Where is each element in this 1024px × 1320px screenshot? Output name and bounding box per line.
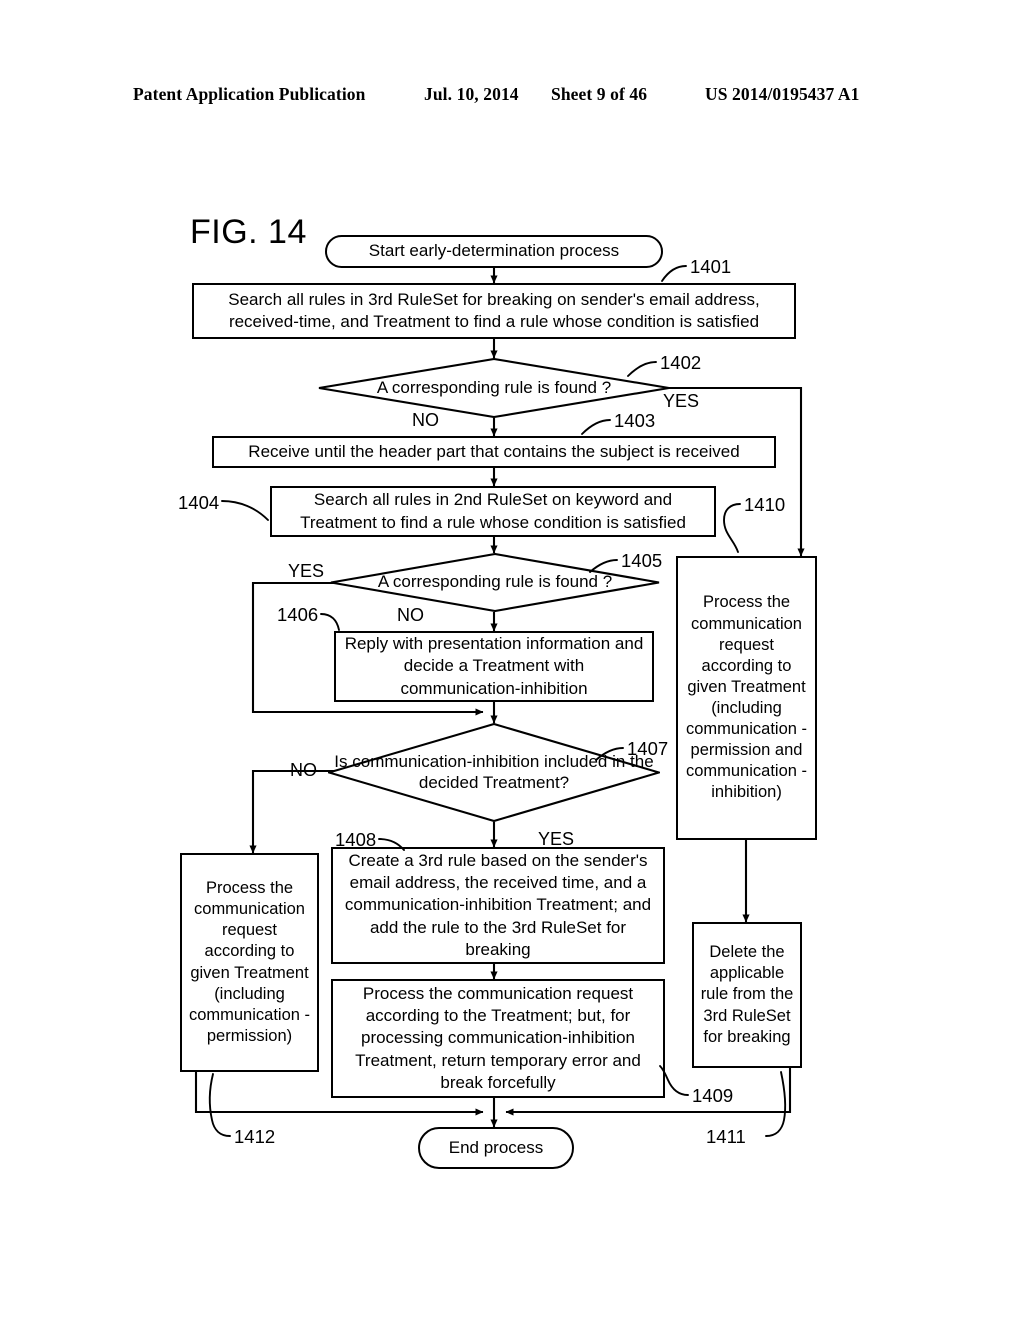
node-decision-1402: A corresponding rule is found ?: [318, 357, 670, 419]
node-start: Start early-determination process: [325, 235, 663, 268]
ref-1410: 1410: [744, 494, 786, 515]
ref-1401: 1401: [690, 256, 732, 277]
node-step-1411-label: Delete the applicable rule from the 3rd …: [700, 943, 794, 1046]
node-step-1408: Create a 3rd rule based on the sender's …: [331, 847, 665, 964]
node-decision-1405-label: A corresponding rule is found ?: [377, 572, 613, 592]
ref-1404: 1404: [178, 492, 220, 513]
node-step-1406: Reply with presentation information and …: [334, 631, 654, 702]
node-step-1411: Delete the applicable rule from the 3rd …: [692, 922, 802, 1068]
node-step-1409: Process the communication request accord…: [331, 979, 665, 1098]
ref-1409: 1409: [692, 1085, 734, 1106]
node-step-1401-label: Search all rules in 3rd RuleSet for brea…: [228, 289, 760, 331]
node-step-1406-label: Reply with presentation information and …: [344, 634, 644, 698]
branch-1407-no: NO: [290, 760, 317, 780]
branch-1405-yes: YES: [288, 561, 325, 581]
ref-1407: 1407: [627, 738, 669, 759]
patent-figure-page: Patent Application Publication Jul. 10, …: [0, 0, 1024, 1320]
node-step-1412-label: Process the communication request accord…: [188, 879, 311, 1045]
node-decision-1402-label: A corresponding rule is found ?: [376, 377, 612, 397]
node-step-1403-label: Receive until the header part that conta…: [248, 441, 740, 461]
node-step-1404-label: Search all rules in 2nd RuleSet on keywo…: [300, 490, 686, 532]
node-decision-1405: A corresponding rule is found ?: [330, 552, 660, 613]
ref-1402: 1402: [660, 352, 702, 373]
branch-1405-no: NO: [397, 605, 424, 625]
node-step-1408-label: Create a 3rd rule based on the sender's …: [344, 851, 652, 959]
node-start-label: Start early-determination process: [368, 241, 620, 261]
publication-date: Jul. 10, 2014: [424, 84, 519, 104]
ref-1406: 1406: [277, 604, 319, 625]
ref-1411: 1411: [706, 1126, 746, 1147]
ref-1412: 1412: [234, 1126, 276, 1147]
ref-1405: 1405: [621, 550, 663, 571]
sheet-number: Sheet 9 of 46: [551, 84, 648, 104]
ref-1408: 1408: [335, 829, 377, 850]
node-decision-1407-label: Is communication-inhibition included in …: [334, 752, 654, 792]
node-step-1404: Search all rules in 2nd RuleSet on keywo…: [270, 486, 716, 537]
branch-1402-no: NO: [412, 410, 439, 430]
branch-1402-yes: YES: [663, 391, 700, 411]
node-step-1409-label: Process the communication request accord…: [355, 984, 641, 1092]
publication-title: Patent Application Publication: [133, 84, 366, 104]
node-end-label: End process: [448, 1137, 544, 1157]
patent-number: US 2014/0195437 A1: [705, 84, 860, 104]
node-step-1401: Search all rules in 3rd RuleSet for brea…: [192, 283, 796, 339]
node-step-1410: Process the communication request accord…: [676, 556, 817, 840]
node-step-1403: Receive until the header part that conta…: [212, 436, 776, 468]
node-end: End process: [418, 1127, 574, 1169]
node-step-1412: Process the communication request accord…: [180, 853, 319, 1072]
node-decision-1407: Is communication-inhibition included in …: [325, 722, 663, 823]
figure-label: FIG. 14: [190, 213, 307, 251]
node-step-1410-label: Process the communication request accord…: [685, 593, 808, 802]
ref-1403: 1403: [614, 410, 656, 431]
patent-header: Patent Application Publication Jul. 10, …: [0, 84, 1024, 110]
